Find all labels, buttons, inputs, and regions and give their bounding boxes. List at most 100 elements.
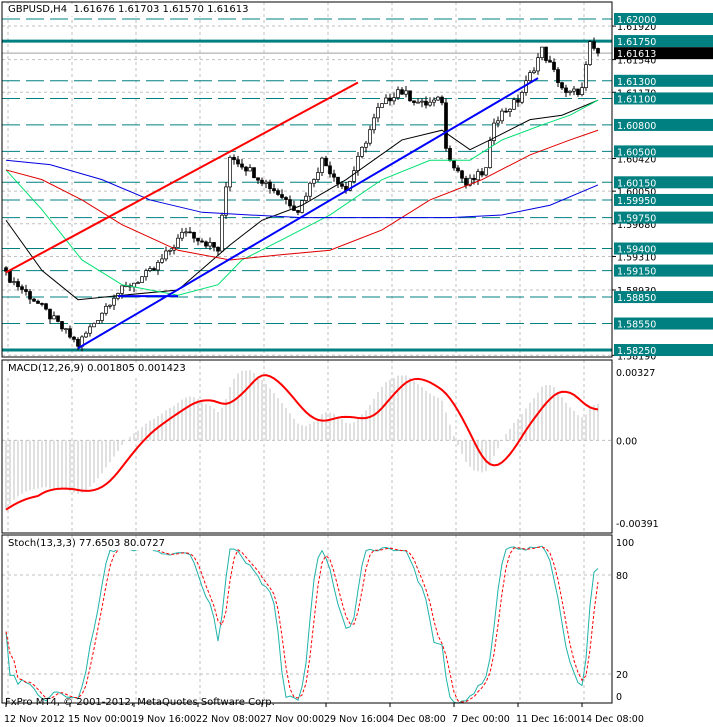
candle [192, 231, 196, 243]
candle-body [576, 88, 580, 95]
level-tag-text: 1.61100 [617, 94, 656, 105]
candle-body [140, 276, 144, 283]
candle [564, 84, 568, 97]
candle-body [276, 190, 280, 195]
candle [500, 108, 504, 124]
candle-body [480, 171, 484, 176]
candle [312, 178, 316, 188]
candle-body [264, 181, 268, 184]
candle-body [72, 336, 76, 340]
candle-body [584, 64, 588, 89]
candle-body [464, 177, 468, 186]
candle [596, 47, 600, 57]
candle-body [572, 88, 576, 92]
level-price-tag: 1.59750 [614, 211, 713, 225]
candle-body [412, 100, 416, 103]
macd-label: MACD(12,26,9) 0.001805 0.001423 [6, 363, 188, 375]
time-axis-label: 19 Nov 16:00 [132, 714, 196, 725]
candle-body [8, 270, 12, 283]
time-axis-label: 15 Nov 00:00 [68, 714, 132, 725]
time-axis-label: 4 Dec 08:00 [388, 714, 446, 725]
candle-body [400, 89, 404, 95]
candle [324, 155, 328, 167]
candle [96, 320, 100, 324]
stoch-axis-label: 0 [616, 692, 622, 703]
candle [32, 297, 36, 302]
candle-body [52, 315, 56, 320]
candle-body [60, 321, 64, 330]
current-price-tag: 1.61613 [614, 47, 713, 60]
candle [28, 289, 32, 305]
candle [288, 195, 292, 209]
blue-support-line [77, 77, 539, 350]
candle-body [516, 99, 520, 103]
candle [40, 302, 44, 307]
candle [456, 165, 460, 173]
candle-body [548, 60, 552, 63]
candle-body [148, 268, 152, 271]
candle [248, 164, 252, 172]
candle-body [560, 82, 564, 89]
candle [260, 177, 264, 187]
candle [124, 281, 128, 288]
candle [580, 82, 584, 97]
candle-body [308, 182, 312, 197]
candle-body [260, 179, 264, 184]
candle [84, 331, 88, 339]
candle-body [236, 159, 240, 165]
candle [512, 97, 516, 110]
candle [388, 93, 392, 106]
stoch-axis-label: 100 [616, 538, 634, 549]
candle [372, 113, 376, 134]
candle-body [564, 87, 568, 93]
candle [284, 196, 288, 205]
candle [460, 169, 464, 183]
candles [4, 37, 600, 352]
candle [164, 246, 168, 262]
candle-body [108, 304, 112, 307]
candle-body [44, 303, 48, 310]
candle-body [424, 100, 428, 106]
red-channel-line [5, 81, 359, 274]
candle-body [372, 117, 376, 131]
moving-average-green [5, 99, 599, 296]
stoch-label: Stoch(13,3,3) 77.6503 80.0727 [6, 538, 167, 550]
level-tag-text: 1.61300 [617, 77, 656, 88]
candle-body [156, 262, 160, 271]
candle-body [364, 142, 368, 148]
candle [420, 98, 424, 108]
candle [448, 145, 452, 162]
candle-body [272, 188, 276, 191]
candle-body [48, 308, 52, 320]
candle-body [472, 177, 476, 181]
candle [408, 90, 412, 102]
candle-body [532, 70, 536, 73]
level-price-tag: 1.59950 [614, 193, 713, 207]
candle [72, 335, 76, 343]
candle [440, 95, 444, 106]
candle [332, 169, 336, 182]
candle-body [392, 97, 396, 102]
level-tag-text: 1.60500 [617, 147, 656, 158]
candle-body [488, 140, 492, 168]
candle-body [296, 210, 300, 213]
candle [8, 270, 12, 284]
level-tag-text: 1.60800 [617, 121, 656, 132]
candle-body [404, 90, 408, 95]
candle [300, 200, 304, 214]
ohlc-open: 1.61676 [73, 4, 115, 15]
candle-body [448, 148, 452, 162]
candle [24, 284, 28, 296]
ohlc-high: 1.61703 [117, 4, 160, 15]
candle-body [204, 241, 208, 247]
candle-body [304, 195, 308, 201]
level-price-tag: 1.58250 [614, 344, 713, 357]
candle [108, 304, 112, 309]
candle-body [336, 176, 340, 185]
chart-header: GBPUSD,H4 1.61676 1.61703 1.61570 1.6161… [6, 4, 251, 16]
candle [12, 277, 16, 286]
macd-axis-label: 0.00 [616, 436, 637, 447]
candle [144, 268, 148, 281]
level-tag-text: 1.58550 [617, 320, 656, 331]
candle [576, 88, 580, 97]
